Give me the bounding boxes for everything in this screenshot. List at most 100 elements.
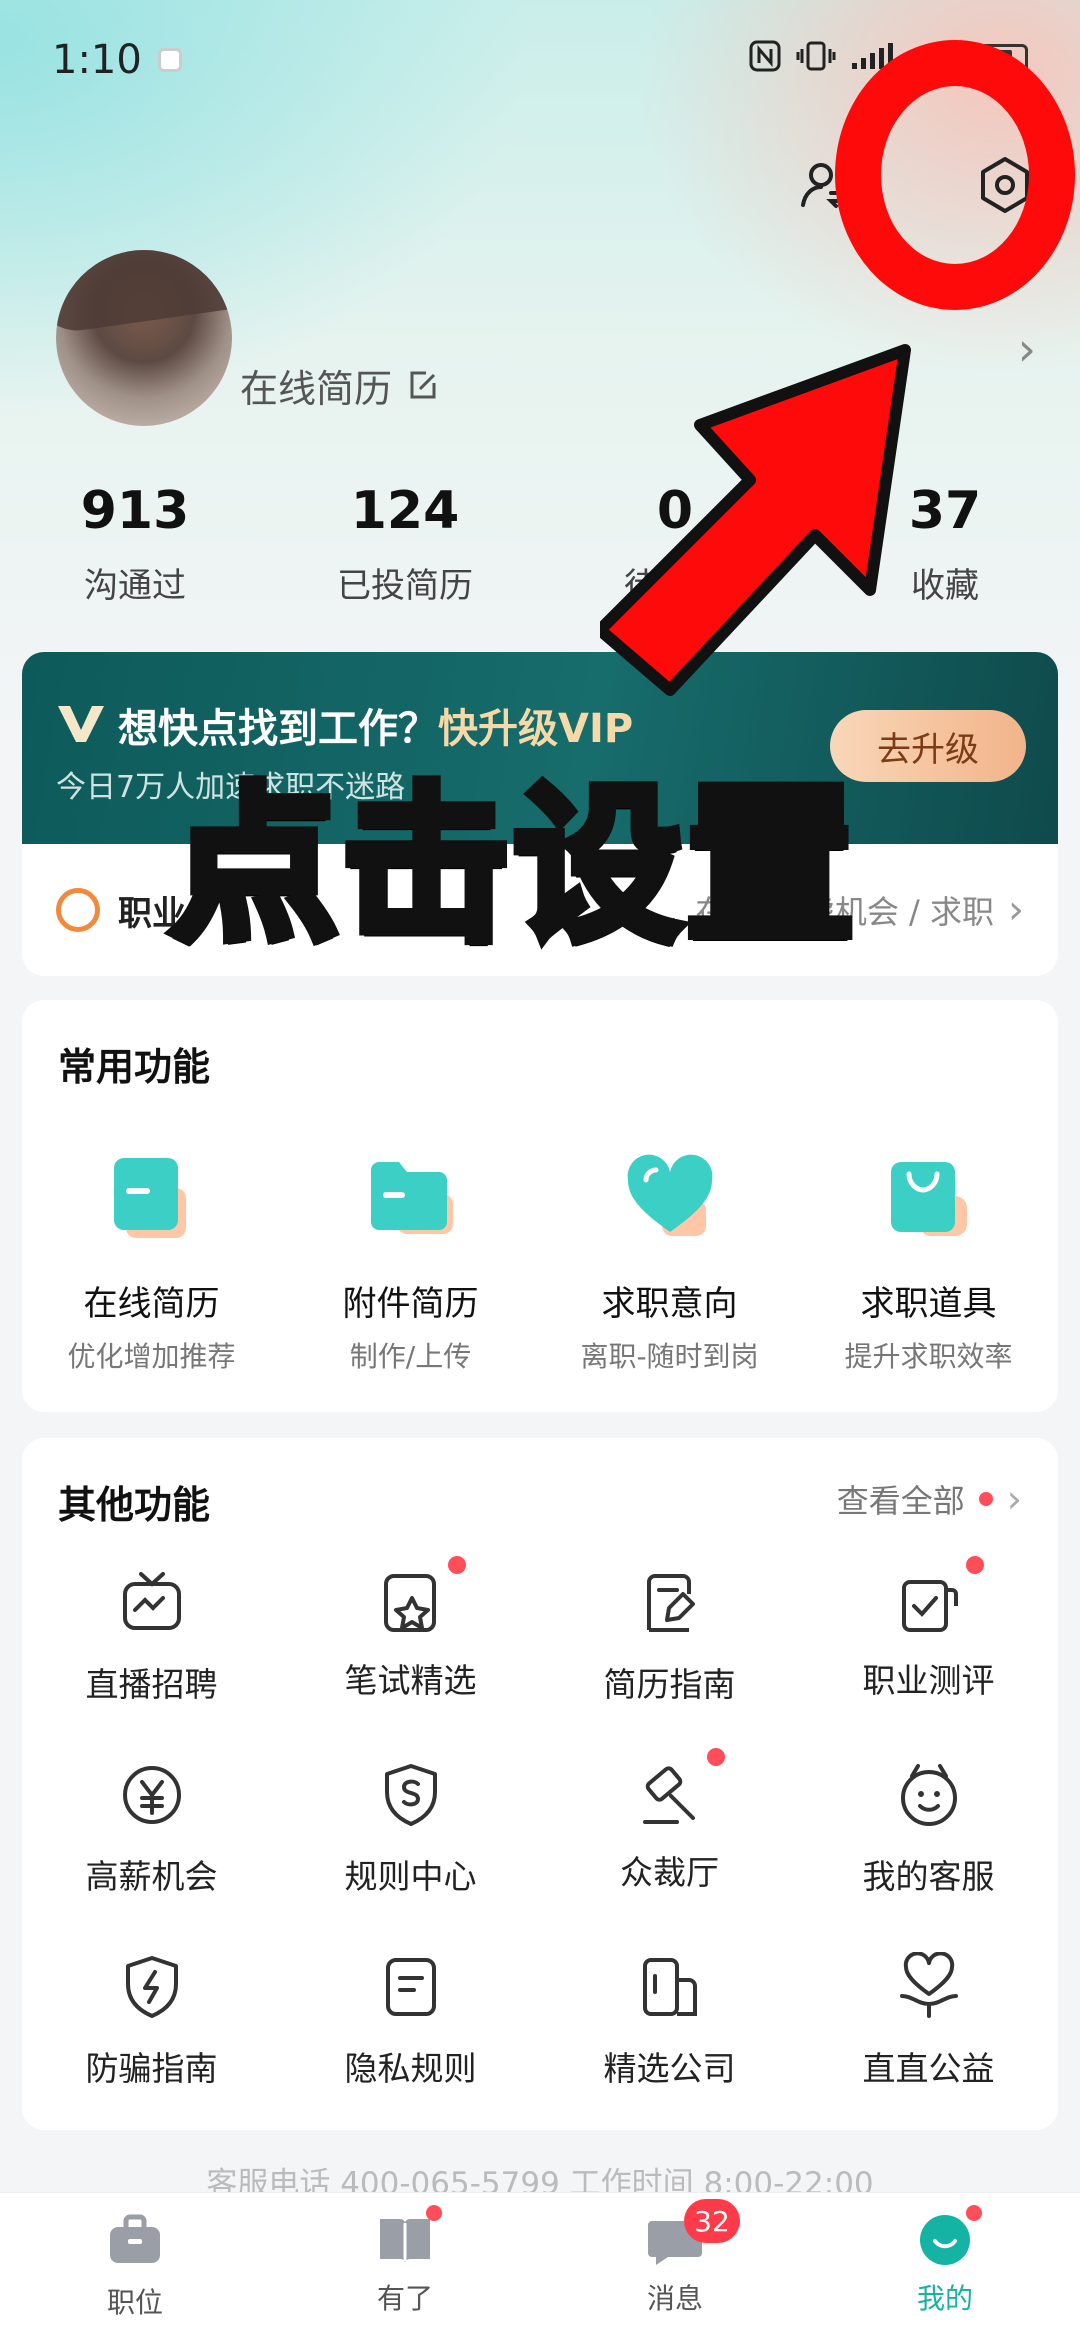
shield-s-icon [384, 1764, 437, 1826]
tv-icon [122, 1572, 181, 1630]
other-label: 防骗指南 [85, 2049, 218, 2088]
app-notification-icon [157, 48, 182, 72]
online-resume-link[interactable]: 在线简历 [240, 358, 440, 413]
common-label: 在线简历 [83, 1284, 220, 1324]
new-indicator-dot [965, 1556, 984, 1574]
shield-bolt-icon [125, 1956, 178, 2018]
other-label: 精选公司 [603, 2049, 736, 2088]
see-all-link[interactable]: 查看全部 › [837, 1476, 1022, 1522]
new-indicator-dot [966, 2205, 982, 2221]
gavel-icon-wrap [635, 1748, 725, 1830]
other-label: 众裁厅 [620, 1853, 719, 1892]
other-item-privacy-rules[interactable]: 隐私规则 [281, 1952, 540, 2090]
other-label: 高薪机会 [85, 1857, 218, 1896]
edit-icon [410, 371, 436, 398]
other-item-written-test[interactable]: 笔试精选 [281, 1556, 540, 1706]
check-doc-icon [901, 1580, 958, 1632]
other-label: 直直公益 [862, 2049, 995, 2088]
chat-icon-wrap: 32 [646, 2199, 740, 2267]
avatar[interactable] [56, 250, 232, 426]
chevron-right-icon: › [1017, 322, 1036, 376]
book-icon-wrap [376, 2205, 442, 2267]
common-sub: 制作/上传 [349, 1340, 472, 1373]
other-label: 规则中心 [344, 1857, 477, 1896]
smile-icon-wrap [916, 2205, 982, 2267]
common-item-online-resume[interactable]: 在线简历 优化增加推荐 [22, 1150, 281, 1375]
other-item-resume-guide[interactable]: 简历指南 [540, 1568, 799, 1706]
yen-icon [122, 1766, 181, 1824]
service-face-icon [900, 1764, 957, 1826]
bottom-tab-bar: 职位 有了 32 消息 我的 [0, 2192, 1080, 2331]
other-item-live-recruit[interactable]: 直播招聘 [22, 1568, 281, 1706]
other-item-anti-fraud[interactable]: 防骗指南 [22, 1952, 281, 2090]
star-doc-icon-wrap [376, 1556, 466, 1638]
other-item-career-assessment[interactable]: 职业测评 [799, 1556, 1058, 1706]
other-functions-title: 其他功能 [58, 1483, 211, 1527]
annotation-red-arrow [600, 344, 911, 696]
star-doc-icon [383, 1574, 436, 1632]
other-label: 直播招聘 [85, 1665, 218, 1704]
smile-icon [920, 2215, 970, 2265]
new-indicator-dot [447, 1556, 466, 1574]
tab-label: 有了 [376, 2282, 433, 2315]
common-sub: 离职-随时到岗 [580, 1340, 759, 1373]
annotation-overlay-text: 点击设置 [165, 763, 859, 969]
stat-value: 913 [80, 481, 190, 541]
pen-doc-icon [646, 1574, 695, 1632]
other-item-my-service[interactable]: 我的客服 [799, 1760, 1058, 1898]
common-item-job-tools[interactable]: 求职道具 提升求职效率 [799, 1150, 1058, 1375]
stat-applied[interactable]: 124 已投简历 [270, 476, 540, 607]
book-icon [380, 2219, 430, 2262]
tab-label: 职位 [106, 2286, 163, 2319]
chevron-right-icon: › [1006, 1477, 1022, 1521]
stat-contacted[interactable]: 913 沟通过 [0, 476, 270, 607]
common-label: 附件简历 [342, 1284, 479, 1324]
stat-label: 沟通过 [84, 566, 186, 606]
common-functions-card: 常用功能 在线简历 优化增加推荐 附件简历 制作/上传 求职意向 离职-随时到岗… [22, 1000, 1058, 1412]
vibrate-icon [796, 39, 836, 82]
upgrade-button[interactable]: 去升级 [830, 710, 1026, 782]
new-indicator-dot [706, 1748, 725, 1766]
common-sub: 优化增加推荐 [67, 1340, 236, 1373]
other-label: 简历指南 [603, 1665, 736, 1704]
nfc-icon [748, 39, 782, 82]
refresh-icon [56, 888, 100, 932]
annotation-red-circle [835, 40, 1075, 310]
tab-label: 消息 [646, 2282, 703, 2315]
other-label: 隐私规则 [344, 2049, 477, 2088]
resume-icon [113, 1158, 186, 1238]
new-indicator-dot [978, 1492, 993, 1506]
common-label: 求职道具 [860, 1284, 997, 1324]
resume-link-label: 在线简历 [240, 367, 393, 411]
status-time: 1:10 [52, 37, 142, 83]
tab-label: 我的 [916, 2282, 973, 2315]
common-functions-grid: 在线简历 优化增加推荐 附件简历 制作/上传 求职意向 离职-随时到岗 求职道具… [22, 1150, 1058, 1375]
check-doc-icon-wrap [894, 1556, 984, 1638]
other-label: 我的客服 [862, 1857, 995, 1896]
other-item-rules-center[interactable]: 规则中心 [281, 1760, 540, 1898]
common-item-job-intention[interactable]: 求职意向 离职-随时到岗 [540, 1150, 799, 1375]
stat-label: 已投简历 [337, 566, 473, 606]
other-item-charity[interactable]: 直直公益 [799, 1951, 1058, 2090]
tab-discover[interactable]: 有了 [270, 2193, 540, 2331]
building-icon [642, 1958, 697, 2016]
tab-mine[interactable]: 我的 [810, 2193, 1080, 2331]
message-count-badge: 32 [684, 2199, 740, 2243]
status-left: 1:10 [52, 37, 182, 83]
briefcase-icon [110, 2214, 160, 2263]
tab-messages[interactable]: 32 消息 [540, 2193, 810, 2331]
other-item-featured-companies[interactable]: 精选公司 [540, 1952, 799, 2090]
doc-lines-icon [385, 1958, 436, 2016]
other-item-high-salary[interactable]: 高薪机会 [22, 1760, 281, 1898]
other-item-arbitration-hall[interactable]: 众裁厅 [540, 1748, 799, 1898]
new-indicator-dot [426, 2205, 442, 2221]
charity-heart-icon [899, 1951, 958, 2018]
stat-value: 124 [350, 481, 460, 541]
common-label: 求职意向 [601, 1284, 738, 1324]
bag-icon [890, 1162, 967, 1236]
tab-jobs[interactable]: 职位 [0, 2193, 270, 2331]
gavel-icon [642, 1766, 695, 1824]
folder-icon [370, 1162, 453, 1234]
common-item-attachment-resume[interactable]: 附件简历 制作/上传 [281, 1150, 540, 1375]
other-label: 笔试精选 [344, 1661, 477, 1700]
